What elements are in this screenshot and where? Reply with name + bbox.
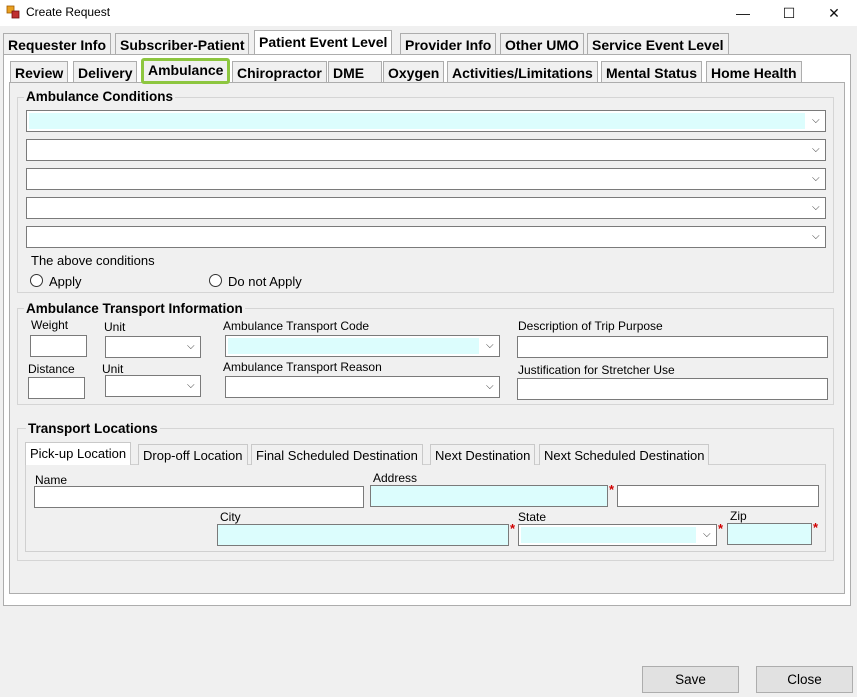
close-window-button[interactable]: ✕	[811, 0, 857, 26]
zip-label: Zip	[730, 509, 747, 523]
window-title: Create Request	[26, 5, 111, 19]
condition-combo-5[interactable]: ⌵	[26, 226, 826, 248]
not-apply-radio[interactable]	[209, 274, 222, 287]
name-label: Name	[35, 473, 68, 487]
tab-pickup-location[interactable]: Pick-up Location	[25, 442, 132, 465]
subtab-oxygen[interactable]: Oxygen	[383, 61, 445, 82]
not-apply-label: Do not Apply	[228, 274, 302, 289]
city-label: City	[220, 510, 241, 524]
close-button[interactable]: Close	[756, 666, 853, 693]
maximize-button[interactable]: ☐	[766, 0, 812, 26]
address-line2-input[interactable]	[617, 485, 819, 507]
distance-input[interactable]	[28, 377, 85, 399]
condition-combo-3[interactable]: ⌵	[26, 168, 826, 190]
distance-unit-select[interactable]: ⌵	[105, 375, 201, 397]
subtab-delivery[interactable]: Delivery	[73, 61, 138, 82]
distance-unit-label: Unit	[102, 362, 124, 376]
condition-combo-1[interactable]: ⌵	[26, 110, 826, 132]
subtab-mental-status[interactable]: Mental Status	[601, 61, 703, 82]
chevron-down-icon: ⌵	[486, 340, 494, 351]
distance-label: Distance	[28, 362, 75, 376]
chevron-down-icon: ⌵	[812, 115, 820, 126]
chevron-down-icon: ⌵	[187, 341, 195, 352]
weight-label: Weight	[31, 318, 69, 332]
tab-dropoff-location[interactable]: Drop-off Location	[138, 444, 248, 465]
apply-label: Apply	[49, 274, 82, 289]
app-icon	[6, 5, 20, 19]
weight-unit-label: Unit	[104, 320, 126, 334]
chevron-down-icon: ⌵	[812, 231, 820, 242]
chevron-down-icon: ⌵	[703, 529, 711, 540]
city-input[interactable]	[217, 524, 509, 546]
zip-input[interactable]	[727, 523, 812, 545]
maximize-icon: ☐	[782, 4, 796, 21]
subtab-dme[interactable]: DME	[328, 61, 382, 82]
tab-patient-event-level[interactable]: Patient Event Level	[254, 30, 393, 54]
chevron-down-icon: ⌵	[812, 173, 820, 184]
chevron-down-icon: ⌵	[486, 381, 494, 392]
tab-final-scheduled-destination[interactable]: Final Scheduled Destination	[251, 444, 423, 465]
address-input[interactable]	[370, 485, 608, 507]
transport-info-title: Ambulance Transport Information	[24, 301, 245, 316]
close-icon: ✕	[828, 4, 840, 21]
above-conditions-label: The above conditions	[31, 253, 155, 268]
subtab-ambulance[interactable]: Ambulance	[141, 58, 231, 84]
transport-locations-title: Transport Locations	[26, 421, 160, 436]
transport-reason-select[interactable]: ⌵	[225, 376, 500, 398]
transport-reason-label: Ambulance Transport Reason	[223, 360, 382, 374]
subtab-activities-limitations[interactable]: Activities/Limitations	[447, 61, 598, 82]
trip-purpose-label: Description of Trip Purpose	[518, 319, 663, 333]
tab-subscriber-patient[interactable]: Subscriber-Patient	[115, 33, 250, 54]
stretcher-justification-label: Justification for Stretcher Use	[518, 363, 675, 377]
tab-service-event-level[interactable]: Service Event Level	[587, 33, 729, 54]
weight-input[interactable]	[30, 335, 87, 357]
condition-combo-2[interactable]: ⌵	[26, 139, 826, 161]
save-button[interactable]: Save	[642, 666, 739, 693]
subtab-chiropractor[interactable]: Chiropractor	[232, 61, 327, 82]
zip-required-mark: *	[813, 520, 819, 535]
address-label: Address	[373, 471, 418, 485]
subtab-review[interactable]: Review	[10, 61, 69, 82]
state-select[interactable]: ⌵	[518, 524, 717, 546]
apply-radio[interactable]	[30, 274, 43, 287]
minimize-button[interactable]: —	[720, 0, 766, 26]
stretcher-justification-input[interactable]	[517, 378, 828, 400]
tab-next-destination[interactable]: Next Destination	[430, 444, 536, 465]
weight-unit-select[interactable]: ⌵	[105, 336, 201, 358]
name-input[interactable]	[34, 486, 364, 508]
transport-code-select[interactable]: ⌵	[225, 335, 500, 357]
state-label: State	[518, 510, 547, 524]
address-required-mark: *	[609, 482, 615, 497]
subtab-home-health[interactable]: Home Health	[706, 61, 802, 82]
city-required-mark: *	[510, 521, 516, 536]
state-required-mark: *	[718, 521, 724, 536]
trip-purpose-input[interactable]	[517, 336, 828, 358]
chevron-down-icon: ⌵	[187, 380, 195, 391]
tab-provider-info[interactable]: Provider Info	[400, 33, 497, 54]
chevron-down-icon: ⌵	[812, 144, 820, 155]
tab-other-umo[interactable]: Other UMO	[500, 33, 584, 54]
minimize-icon: —	[736, 5, 750, 21]
transport-code-label: Ambulance Transport Code	[223, 319, 370, 333]
ambulance-conditions-title: Ambulance Conditions	[24, 89, 176, 104]
chevron-down-icon: ⌵	[812, 202, 820, 213]
tab-requester-info[interactable]: Requester Info	[3, 33, 112, 54]
condition-combo-4[interactable]: ⌵	[26, 197, 826, 219]
tab-next-scheduled-destination[interactable]: Next Scheduled Destination	[539, 444, 710, 465]
